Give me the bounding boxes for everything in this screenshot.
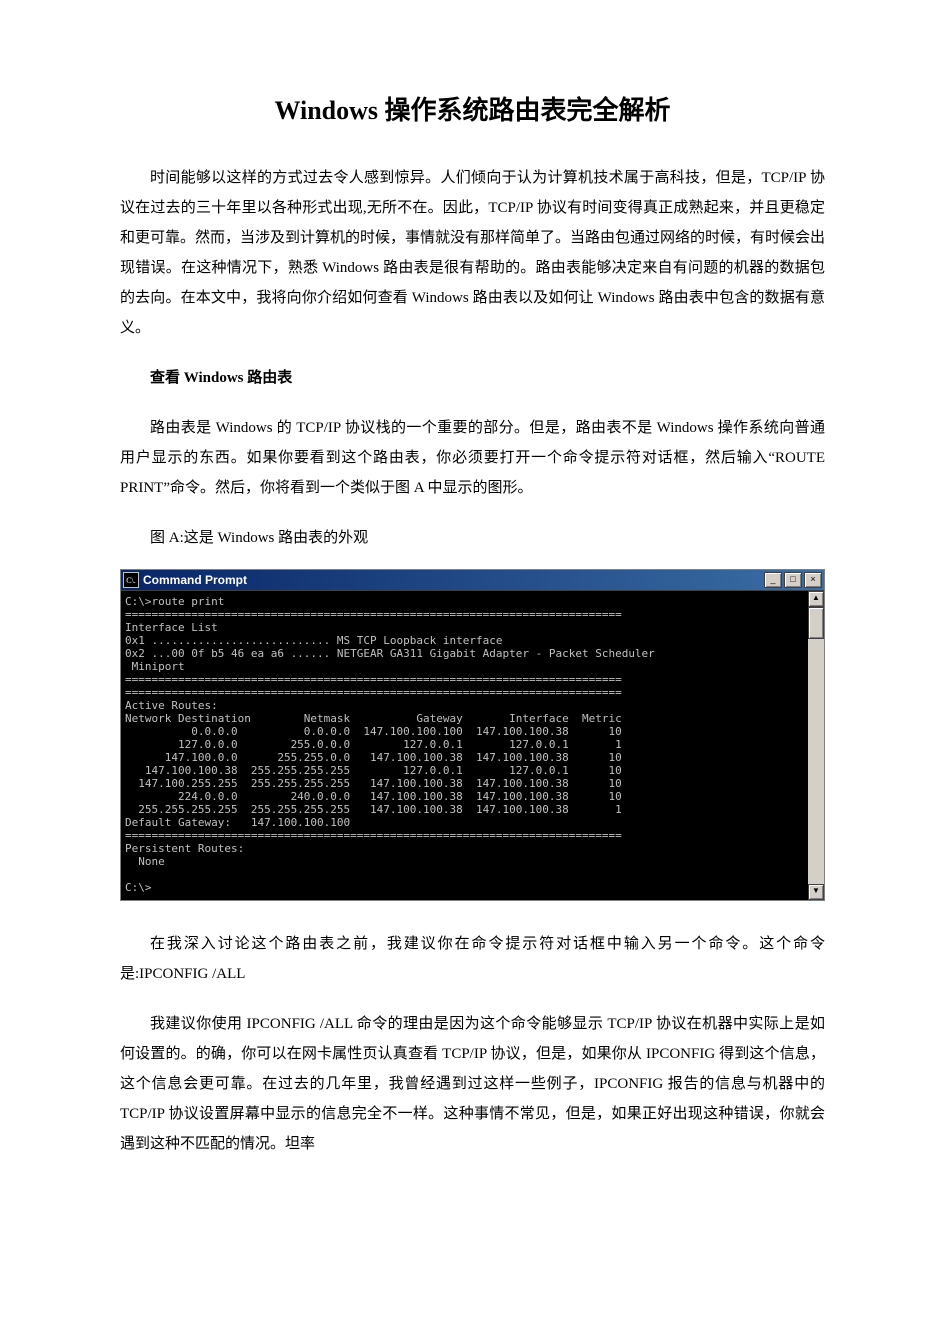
scrollbar[interactable]: ▲ ▼ — [808, 591, 824, 900]
paragraph-suggest-ipconfig: 在我深入讨论这个路由表之前，我建议你在命令提示符对话框中输入另一个命令。这个命令… — [120, 929, 825, 989]
paragraph-ipconfig-reason: 我建议你使用 IPCONFIG /ALL 命令的理由是因为这个命令能够显示 TC… — [120, 1009, 825, 1159]
document-title: Windows 操作系统路由表完全解析 — [120, 90, 825, 127]
terminal-output[interactable]: C:\>route print ========================… — [121, 591, 808, 900]
window-titlebar[interactable]: C\. Command Prompt _ □ × — [121, 570, 824, 591]
cmd-icon: C\. — [123, 572, 139, 588]
figure-caption-a: 图 A:这是 Windows 路由表的外观 — [120, 523, 825, 553]
scroll-down-button[interactable]: ▼ — [808, 884, 824, 900]
document-page: Windows 操作系统路由表完全解析 时间能够以这样的方式过去令人感到惊异。人… — [0, 0, 945, 1337]
scroll-thumb[interactable] — [808, 607, 824, 639]
minimize-button[interactable]: _ — [764, 572, 782, 588]
maximize-button[interactable]: □ — [784, 572, 802, 588]
command-prompt-window: C\. Command Prompt _ □ × C:\>route print… — [120, 569, 825, 901]
close-button[interactable]: × — [804, 572, 822, 588]
window-title: Command Prompt — [143, 573, 762, 587]
scroll-up-button[interactable]: ▲ — [808, 591, 824, 607]
window-body: C:\>route print ========================… — [121, 591, 824, 900]
paragraph-view-routes: 路由表是 Windows 的 TCP/IP 协议栈的一个重要的部分。但是，路由表… — [120, 413, 825, 503]
scroll-track[interactable] — [808, 607, 824, 884]
paragraph-intro: 时间能够以这样的方式过去令人感到惊异。人们倾向于认为计算机技术属于高科技，但是，… — [120, 163, 825, 343]
section-heading-view-routes: 查看 Windows 路由表 — [120, 363, 825, 393]
